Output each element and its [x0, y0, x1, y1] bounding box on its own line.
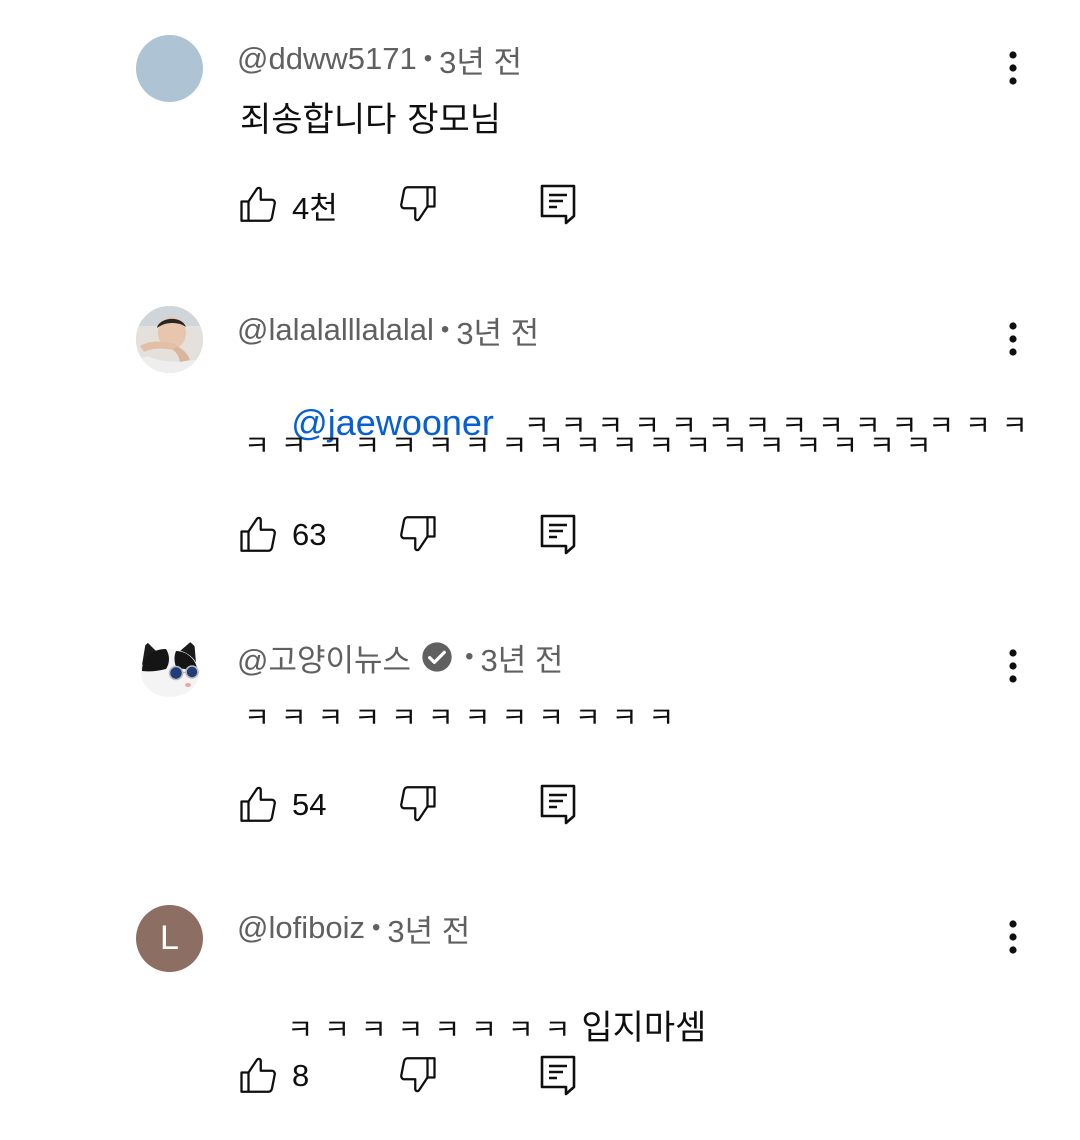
reply-button[interactable] — [538, 182, 578, 228]
more-options-button[interactable] — [996, 317, 1030, 361]
reply-comment-icon — [540, 514, 576, 555]
reply-button[interactable] — [538, 512, 578, 558]
comment-meta: @lalalalllalalal • 3년 전 — [237, 308, 539, 352]
comment-meta: @ddww5171 • 3년 전 — [237, 37, 522, 81]
thumbs-up-icon — [240, 186, 276, 222]
reply-comment-icon — [540, 1055, 576, 1096]
author-name[interactable]: @lofiboiz — [237, 910, 365, 946]
dislike-button[interactable] — [396, 182, 440, 228]
comment-time: 3년 전 — [439, 44, 523, 80]
comment-text: ㅋㅋㅋㅋㅋㅋㅋㅋㅋㅋㅋㅋ — [244, 701, 686, 734]
comment-text-laugh: ㅋㅋㅋㅋㅋㅋㅋㅋ — [287, 1013, 582, 1046]
thumbs-down-icon — [400, 186, 436, 222]
author-name[interactable]: @lalalalllalalal — [237, 312, 434, 348]
comment-time: 3년 전 — [456, 315, 540, 351]
avatar[interactable] — [136, 306, 203, 373]
thumbs-down-icon — [400, 786, 436, 822]
more-vert-icon — [1009, 649, 1017, 683]
author-name[interactable]: @ddww5171 — [237, 41, 417, 77]
dislike-button[interactable] — [396, 782, 440, 828]
avatar-letter: L — [160, 919, 179, 957]
like-button[interactable]: 54 — [238, 782, 326, 828]
comment-time: 3년 전 — [480, 642, 564, 678]
avatar[interactable] — [136, 635, 203, 702]
more-vert-icon — [1009, 322, 1017, 356]
like-count: 8 — [292, 1058, 310, 1093]
comment-text-suffix: 입지마셈 — [581, 1008, 707, 1048]
reply-button[interactable] — [538, 782, 578, 828]
person-photo — [136, 306, 203, 373]
comment-time: 3년 전 — [387, 913, 471, 949]
thumbs-up-icon — [240, 786, 276, 822]
separator-dot: • — [440, 316, 450, 343]
comment-meta: @lofiboiz • 3년 전 — [237, 906, 470, 950]
like-count: 54 — [292, 787, 327, 822]
more-options-button[interactable] — [996, 644, 1030, 688]
separator-dot: • — [371, 914, 381, 941]
avatar[interactable]: L — [136, 905, 203, 972]
more-vert-icon — [1009, 51, 1017, 85]
comment-meta: @고양이뉴스 • 3년 전 — [237, 635, 563, 679]
like-count: 4천 — [292, 190, 338, 226]
thumbs-down-icon — [400, 1057, 436, 1093]
dislike-button[interactable] — [396, 1053, 440, 1099]
like-button[interactable]: 4천 — [238, 182, 338, 228]
reply-comment-icon — [540, 784, 576, 825]
thumbs-up-icon — [240, 516, 276, 552]
reply-button[interactable] — [538, 1053, 578, 1099]
avatar[interactable] — [136, 35, 203, 102]
thumbs-up-icon — [240, 1057, 276, 1093]
more-options-button[interactable] — [996, 915, 1030, 959]
comment-text-line2: ㅋㅋㅋㅋㅋㅋㅋㅋㅋㅋㅋㅋㅋㅋㅋㅋㅋㅋㅋ — [244, 429, 943, 462]
more-vert-icon — [1009, 920, 1017, 954]
comment-text: ㅋㅋㅋㅋㅋㅋㅋㅋ입지마셈 — [244, 960, 706, 1089]
reply-comment-icon — [540, 184, 576, 225]
verified-check-icon — [422, 642, 452, 672]
like-button[interactable]: 63 — [238, 512, 326, 558]
dislike-button[interactable] — [396, 512, 440, 558]
comment-text: @jaewooner ㅋㅋㅋㅋㅋㅋㅋㅋㅋㅋㅋㅋㅋㅋ — [240, 362, 1039, 484]
author-name[interactable]: @고양이뉴스 — [237, 635, 411, 680]
separator-dot: • — [465, 643, 474, 670]
like-count: 63 — [292, 517, 327, 552]
separator-dot: • — [423, 45, 433, 72]
comment-text: 죄송합니다 장모님 — [240, 100, 502, 140]
thumbs-down-icon — [400, 516, 436, 552]
more-options-button[interactable] — [996, 46, 1030, 90]
like-button[interactable]: 8 — [238, 1053, 309, 1099]
cat-with-sunglasses-photo — [136, 635, 203, 702]
